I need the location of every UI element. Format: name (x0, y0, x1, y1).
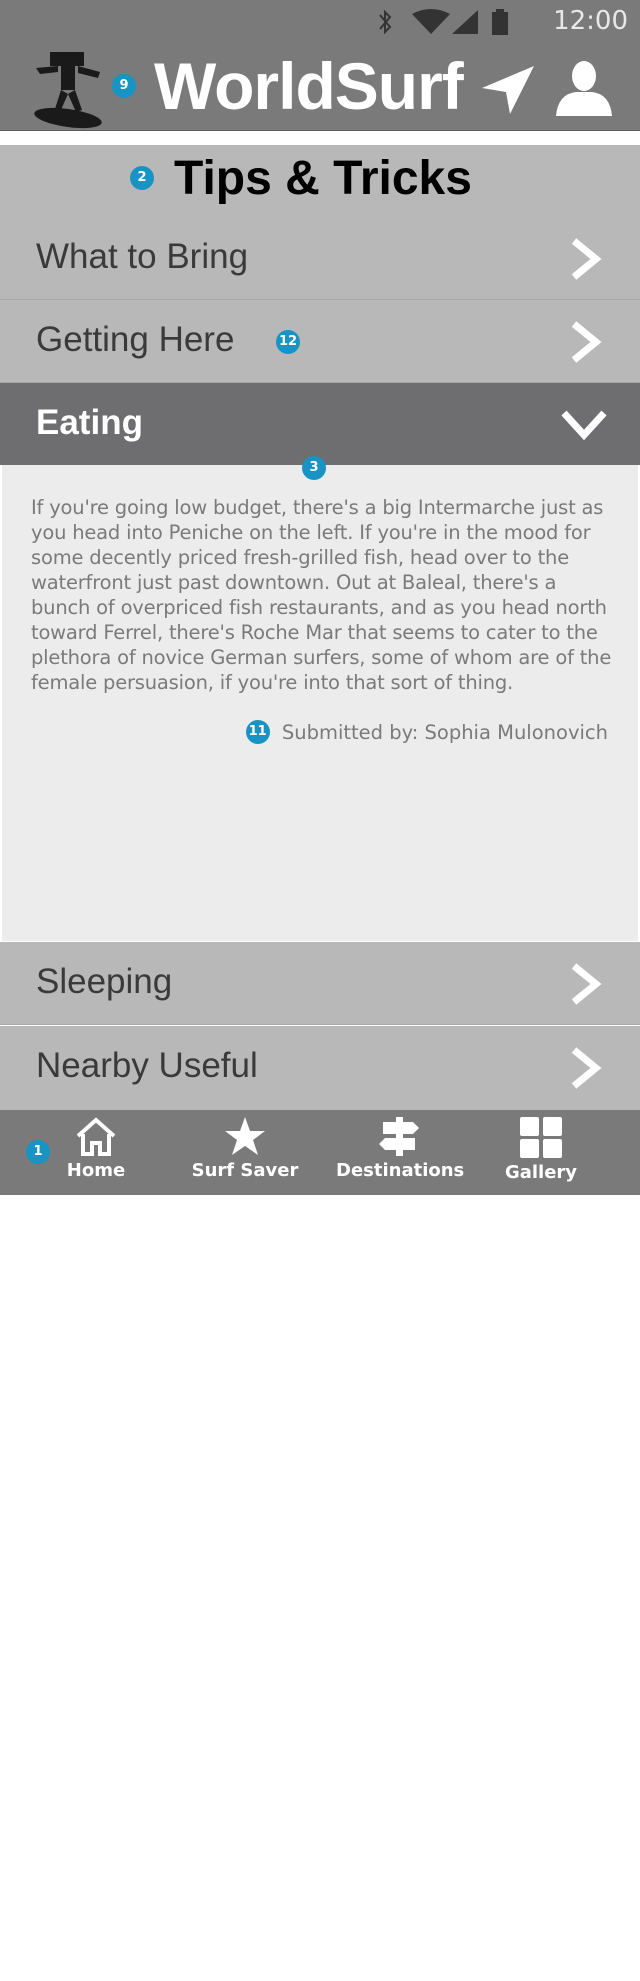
chevron-right-icon (571, 1047, 602, 1089)
eating-panel: 3 If you're going low budget, there's a … (2, 456, 638, 941)
section-header: 2 Tips & Tricks (0, 145, 640, 217)
bottom-nav: 1 Home Surf Saver Destinations Gallery (0, 1110, 640, 1195)
accordion-item-label: Nearby Useful (36, 1046, 258, 1085)
accordion-item-label: Eating (36, 403, 143, 442)
eating-tip-text: If you're going low budget, there's a bi… (31, 496, 612, 694)
annotation-badge: 9 (112, 74, 136, 98)
accordion-item-label: What to Bring (36, 237, 249, 276)
submitted-by-label: Submitted by: (281, 721, 419, 744)
nav-label: Destinations (336, 1160, 465, 1181)
chevron-right-icon (571, 238, 602, 280)
nav-gallery[interactable]: Gallery (496, 1110, 586, 1195)
status-bar: 12:00 (0, 0, 640, 44)
accordion-item-label: Sleeping (36, 962, 173, 1001)
nav-label: Gallery (504, 1162, 578, 1183)
location-arrow-icon[interactable] (480, 64, 536, 116)
accordion-item-label: Getting Here (36, 320, 235, 359)
home-icon (76, 1117, 116, 1156)
chevron-down-icon (561, 410, 607, 441)
annotation-badge: 11 (245, 719, 270, 744)
annotation-badge: 3 (302, 456, 326, 480)
app-header: 9 WorldSurf (0, 44, 640, 131)
accordion-item-sleeping[interactable]: Sleeping (0, 942, 640, 1025)
grid-icon (520, 1117, 562, 1158)
chevron-right-icon (571, 321, 602, 363)
accordion-item-getting-here[interactable]: Getting Here 12 (0, 300, 640, 383)
star-icon (225, 1117, 265, 1155)
submitted-by-name: Sophia Mulonovich (424, 721, 608, 744)
submitted-by: 11 Submitted by: Sophia Mulonovich (245, 719, 608, 746)
nav-label: Surf Saver (191, 1160, 299, 1181)
annotation-badge: 12 (276, 330, 300, 354)
nav-surf-saver[interactable]: Surf Saver (190, 1110, 300, 1195)
status-icons (379, 9, 508, 35)
accordion-item-nearby-useful[interactable]: Nearby Useful (0, 1026, 640, 1111)
signal-icon (452, 10, 478, 34)
worldsurf-logo (34, 52, 102, 129)
bluetooth-icon (379, 9, 392, 35)
chevron-right-icon (571, 963, 602, 1005)
app-title: WorldSurf (154, 49, 464, 123)
wifi-icon (412, 9, 450, 34)
annotation-badge: 2 (130, 166, 154, 190)
accordion-item-what-to-bring[interactable]: What to Bring (0, 217, 640, 300)
profile-icon[interactable] (554, 58, 614, 116)
app-screen: 12:00 9 WorldSurf 2 Tips & Tricks What t… (0, 0, 640, 1195)
signpost-icon (379, 1117, 419, 1156)
nav-destinations[interactable]: Destinations (336, 1110, 465, 1195)
battery-icon (492, 12, 508, 35)
nav-home[interactable]: Home (50, 1110, 142, 1195)
page-title: Tips & Tricks (174, 152, 472, 205)
annotation-badge: 1 (26, 1140, 50, 1164)
status-time: 12:00 (553, 6, 628, 36)
nav-label: Home (66, 1160, 126, 1181)
accordion-item-eating[interactable]: Eating (0, 383, 640, 465)
